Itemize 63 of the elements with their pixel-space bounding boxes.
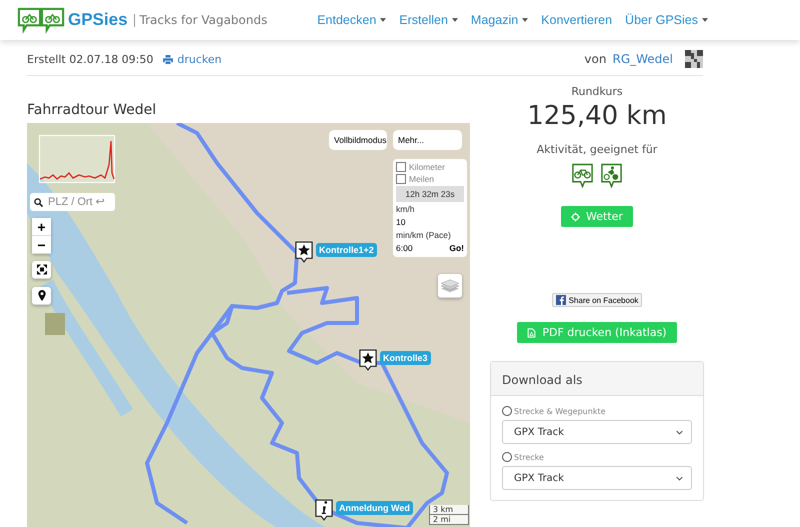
option-label: Strecke & Wegepunkte [514, 406, 606, 416]
panel-title: Download als [502, 373, 582, 387]
caret-icon [452, 18, 458, 22]
duration-value: 12h 32m 23s [396, 186, 464, 202]
format-select[interactable]: GPX Track [502, 420, 692, 444]
caret-icon [380, 18, 386, 22]
location-pin-icon [36, 290, 46, 301]
more-button[interactable]: Mehr... [393, 130, 462, 150]
fullscreen-mode-button[interactable]: Vollbildmodus [329, 130, 387, 150]
distance-value: 125,40 km [527, 101, 667, 131]
speed-input[interactable]: 10 [396, 216, 426, 228]
format-select[interactable]: GPX Track [502, 466, 692, 490]
location-button[interactable] [32, 287, 51, 305]
route-type: Rundkurs [571, 85, 623, 98]
map-scale: 2 mi [429, 515, 469, 525]
pace-label: min/km (Pace) [396, 230, 452, 240]
unit-label: Kilometer [409, 162, 445, 172]
qr-code-icon[interactable] [685, 50, 703, 68]
chevron-down-icon [676, 476, 683, 480]
print-link[interactable]: drucken [163, 52, 222, 66]
location-search-field[interactable]: PLZ / Ort ↩ [45, 193, 115, 211]
caret-icon [702, 18, 708, 22]
facebook-icon [556, 295, 566, 305]
nav-link[interactable]: Konvertieren [541, 13, 612, 27]
nav-link[interactable]: Magazin [470, 13, 528, 27]
radio-button[interactable] [502, 452, 512, 462]
track-title: Fahrradtour Wedel [27, 102, 158, 118]
zoom-in-button[interactable]: + [32, 218, 51, 236]
author-prefix: von [584, 52, 606, 66]
created-date: Erstellt 02.07.18 09:50 [27, 52, 154, 66]
printer-icon [163, 54, 174, 64]
nav-link[interactable]: Entdecken [317, 13, 386, 27]
bike-logo-icon [17, 6, 65, 34]
facebook-share-button[interactable]: Share on Facebook [552, 293, 642, 307]
author-link[interactable]: RG_Wedel [612, 52, 673, 66]
fullscreen-button[interactable] [32, 261, 51, 279]
marker-label[interactable]: Anmeldung Wed [336, 501, 413, 515]
fullscreen-icon [36, 264, 46, 275]
checkbox[interactable] [396, 162, 406, 172]
activity-label: Aktivität, geeignet für [536, 143, 658, 156]
caret-icon [522, 18, 528, 22]
bicycle-icon[interactable] [571, 163, 594, 189]
search-icon [30, 193, 45, 211]
option-label: Strecke [514, 452, 544, 462]
pace-input[interactable]: 6:00 [396, 242, 426, 254]
radio-button[interactable] [502, 406, 512, 416]
checkbox[interactable] [396, 174, 406, 184]
pdf-file-icon [527, 328, 536, 338]
zoom-out-button[interactable]: − [32, 236, 51, 254]
nav-link[interactable]: Erstellen [399, 13, 458, 27]
cyclist-icon[interactable] [600, 163, 623, 189]
sun-icon [571, 212, 580, 222]
map-scale: 3 km [429, 505, 469, 515]
layers-icon [441, 278, 459, 294]
marker-label[interactable]: Kontrolle3 [380, 351, 431, 365]
marker-label[interactable]: Kontrolle1+2 [316, 243, 377, 257]
chevron-down-icon [676, 430, 683, 434]
unit-label: Meilen [409, 174, 434, 184]
speed-label: km/h [396, 204, 416, 214]
tagline: Tracks for Vagabonds [134, 14, 268, 26]
go-button[interactable]: Go! [449, 243, 464, 253]
nav-link[interactable]: Über GPSies [625, 13, 708, 27]
site-logo[interactable]: GPSies [68, 10, 128, 30]
